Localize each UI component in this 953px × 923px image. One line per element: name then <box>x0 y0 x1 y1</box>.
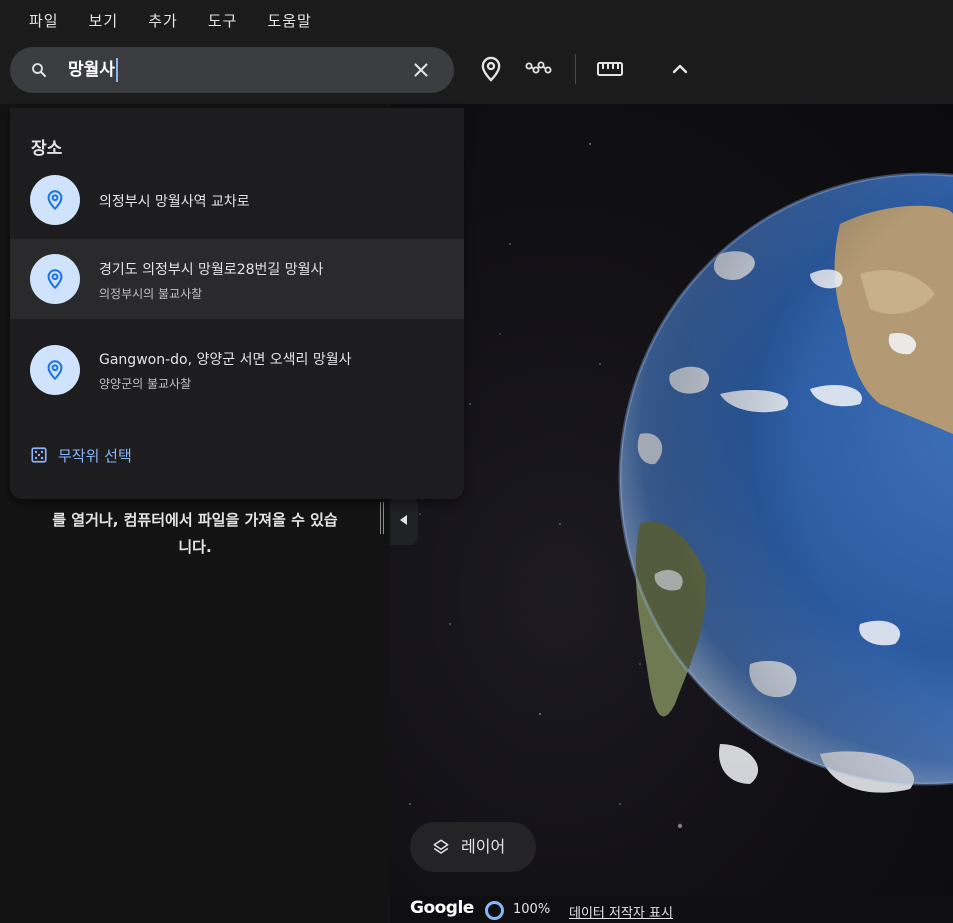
search-suggestions-dropdown: 장소 의정부시 망월사역 교차로 경기도 의정부시 망월로28번길 망월사 의정… <box>10 108 464 499</box>
toolbar-divider <box>575 54 576 84</box>
text-caret <box>115 58 118 82</box>
menu-view[interactable]: 보기 <box>89 10 119 31</box>
loading-progress-icon <box>485 901 504 920</box>
place-pin-icon <box>30 254 80 304</box>
search-icon <box>32 63 46 77</box>
suggestion-subtitle: 의정부시의 불교사찰 <box>99 287 203 301</box>
dice-icon <box>31 447 47 463</box>
chevron-up-icon[interactable] <box>666 55 694 83</box>
suggestion-item[interactable]: 의정부시 망월사역 교차로 <box>10 160 464 240</box>
globe-view[interactable]: 레이어 Google 100% 데이터 저작자 표시 <box>390 104 953 923</box>
collapse-panel-button[interactable] <box>390 497 418 545</box>
empty-text-line2: 니다. <box>178 538 212 556</box>
suggestion-item[interactable]: Gangwon-do, 양양군 서면 오색리 망월사 양양군의 불교사찰 <box>10 330 464 410</box>
google-earth-window: 파일 보기 추가 도구 도움말 망월사 를 열거나, 컴퓨터에서 파일을 가져올… <box>0 0 953 923</box>
path-icon[interactable] <box>524 55 552 83</box>
menu-help[interactable]: 도움말 <box>267 10 311 31</box>
status-bar: Google 100% 데이터 저작자 표시 <box>390 896 953 923</box>
suggestion-subtitle: 양양군의 불교사찰 <box>99 377 192 391</box>
empty-text-line1: 를 열거나, 컴퓨터에서 파일을 가져올 수 있습 <box>52 511 338 529</box>
zoom-level: 100% <box>513 902 551 917</box>
layers-button[interactable]: 레이어 <box>410 822 536 872</box>
google-logo: Google <box>410 898 474 918</box>
suggestion-title: 의정부시 망월사역 교차로 <box>99 194 250 210</box>
places-heading: 장소 <box>31 139 63 159</box>
suggestion-title: 경기도 의정부시 망월로28번길 망월사 <box>99 262 324 278</box>
data-credits-link[interactable]: 데이터 저작자 표시 <box>569 902 673 921</box>
search-input-value: 망월사 <box>68 60 115 80</box>
caret-left-icon <box>400 515 407 525</box>
suggestion-item[interactable]: 경기도 의정부시 망월로28번길 망월사 의정부시의 불교사찰 <box>10 239 464 319</box>
ruler-icon[interactable] <box>596 55 624 83</box>
close-icon[interactable] <box>410 59 432 81</box>
search-box[interactable]: 망월사 <box>10 47 454 93</box>
place-pin-icon <box>30 175 80 225</box>
top-bar: 파일 보기 추가 도구 도움말 망월사 <box>0 0 953 104</box>
layers-icon <box>433 839 449 854</box>
menu-bar: 파일 보기 추가 도구 도움말 <box>0 0 312 40</box>
random-pick-label: 무작위 선택 <box>58 446 132 465</box>
random-pick-button[interactable]: 무작위 선택 <box>30 443 132 467</box>
empty-projects-text: 를 열거나, 컴퓨터에서 파일을 가져올 수 있습 니다. <box>10 507 380 561</box>
place-marker-icon[interactable] <box>477 55 505 83</box>
place-pin-icon <box>30 345 80 395</box>
layers-label: 레이어 <box>461 837 506 856</box>
suggestion-title: Gangwon-do, 양양군 서면 오색리 망월사 <box>99 352 352 368</box>
search-input[interactable]: 망월사 <box>68 47 118 93</box>
menu-add[interactable]: 추가 <box>148 10 178 31</box>
earth-globe[interactable] <box>390 104 953 923</box>
menu-tools[interactable]: 도구 <box>208 10 238 31</box>
menu-file[interactable]: 파일 <box>29 10 59 31</box>
panel-resize-handle[interactable] <box>380 502 384 534</box>
